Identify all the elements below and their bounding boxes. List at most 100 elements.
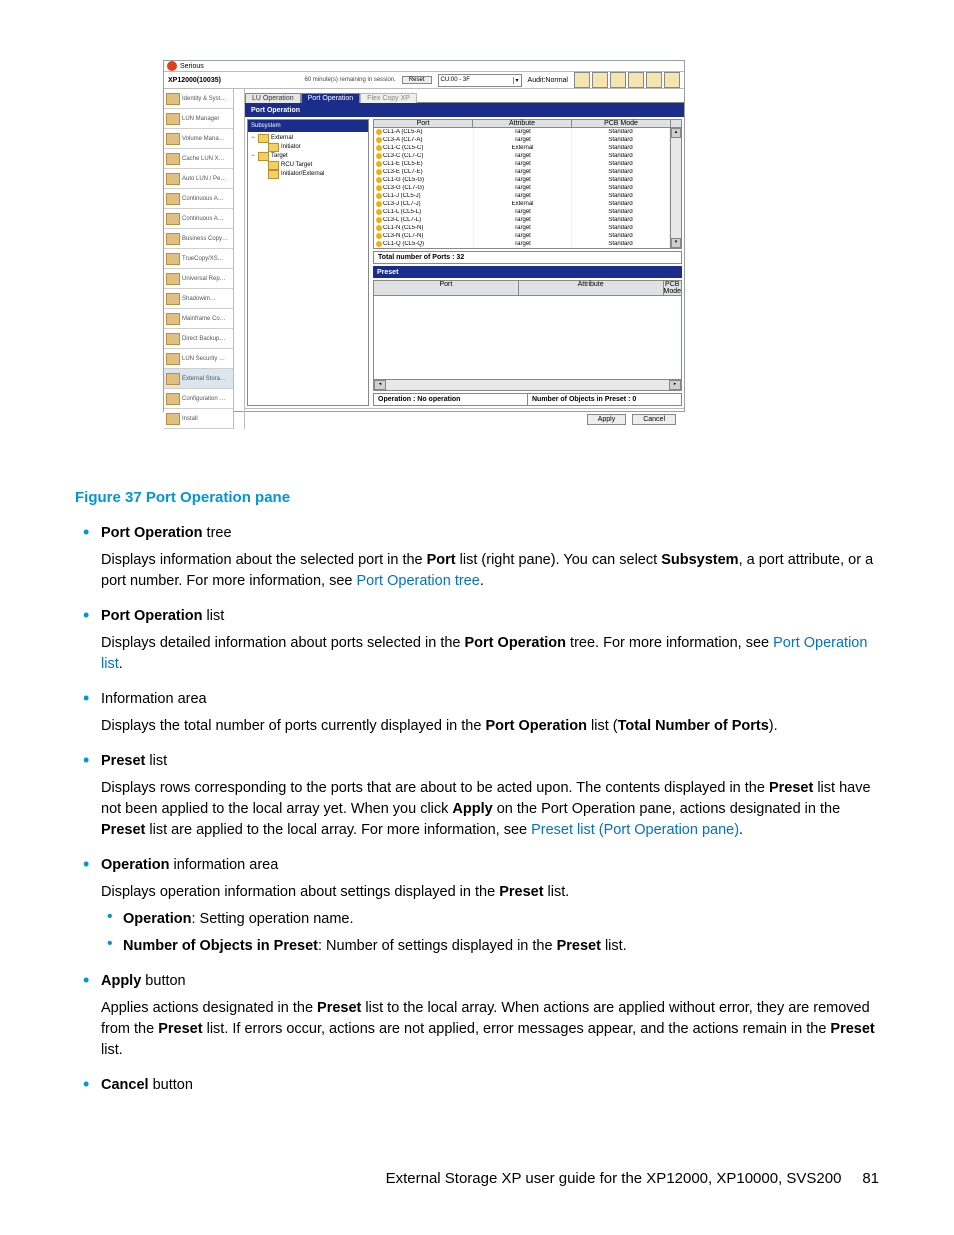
table-row[interactable]: CL3-C (CL7-C)TargetStandard <box>374 152 670 160</box>
folder-icon <box>166 93 180 105</box>
sidebar-item[interactable]: Volume Mana… <box>164 129 233 149</box>
tool-icon-1[interactable] <box>574 72 590 88</box>
bullet-item: Port Operation listDisplays detailed inf… <box>75 606 879 675</box>
preset-header: Preset <box>373 266 682 278</box>
table-row[interactable]: CL3-A (CL7-A)TargetStandard <box>374 136 670 144</box>
col-attribute[interactable]: Attribute <box>473 120 572 127</box>
preset-col-attribute[interactable]: Attribute <box>519 281 664 295</box>
port-status-icon <box>376 225 382 231</box>
sidebar-item[interactable]: LUN Manager <box>164 109 233 129</box>
table-row[interactable]: CL1-Q (CL5-Q)TargetStandard <box>374 240 670 248</box>
table-row[interactable]: CL1-J (CL5-J)TargetStandard <box>374 192 670 200</box>
sidebar-item[interactable]: Continuous A… <box>164 209 233 229</box>
bullet-item: Apply buttonApplies actions designated i… <box>75 971 879 1061</box>
tool-icon-3[interactable] <box>610 72 626 88</box>
preset-col-pcbmode[interactable]: PCB Mode <box>664 281 682 295</box>
port-status-icon <box>376 201 382 207</box>
port-status-icon <box>376 241 382 247</box>
tab-flex-copy[interactable]: Flex Copy XP <box>360 93 417 103</box>
sidebar-scrollbar[interactable] <box>233 89 244 429</box>
sidebar-item[interactable]: Mainframe Co… <box>164 309 233 329</box>
sidebar-item[interactable]: Direct Backup… <box>164 329 233 349</box>
sidebar-item[interactable]: External Stora… <box>164 369 233 389</box>
cu-dropdown[interactable]: CU:00 - 3F ▾ <box>438 74 522 87</box>
toolbar-icons <box>574 72 680 88</box>
table-row[interactable]: CL1-G (CL5-G)TargetStandard <box>374 176 670 184</box>
tree-item[interactable]: −External <box>250 134 366 143</box>
titlebar: Serious <box>164 61 684 72</box>
grid-scrollbar[interactable]: ▴▾ <box>670 128 681 248</box>
folder-icon <box>166 413 180 425</box>
table-row[interactable]: CL1-A (CL5-A)TargetStandard <box>374 128 670 136</box>
col-port[interactable]: Port <box>374 120 473 127</box>
tab-lu-operation[interactable]: LU Operation <box>245 93 301 103</box>
doc-link[interactable]: Port Operation tree <box>356 573 479 589</box>
sidebar-item[interactable]: Identity & Syst… <box>164 89 233 109</box>
bullet-item: Information areaDisplays the total numbe… <box>75 689 879 737</box>
chevron-down-icon: ▾ <box>513 77 519 84</box>
app-icon <box>167 61 177 71</box>
total-ports-info: Total number of Ports : 32 <box>373 251 682 264</box>
table-row[interactable]: CL3-L (CL7-L)TargetStandard <box>374 216 670 224</box>
port-grid: Port Attribute PCB Mode CL1-A (CL5-A)Tar… <box>373 119 682 249</box>
folder-icon <box>166 213 180 225</box>
table-row[interactable]: CL1-L (CL5-L)TargetStandard <box>374 208 670 216</box>
apply-button[interactable]: Apply <box>587 414 627 425</box>
tab-port-operation[interactable]: Port Operation <box>301 93 361 103</box>
table-row[interactable]: CL3-G (CL7-G)TargetStandard <box>374 184 670 192</box>
tree-pane: Subsystem −ExternalInitiator−TargetRCU T… <box>247 119 369 406</box>
document-body: Figure 37 Port Operation pane Port Opera… <box>75 487 879 1096</box>
operation-info-bar: Operation : No operation Number of Objec… <box>373 393 682 406</box>
col-pcbmode[interactable]: PCB Mode <box>572 120 671 127</box>
subsystem-id: XP12000(10035) <box>168 77 221 84</box>
folder-icon <box>166 293 180 305</box>
sidebar-item[interactable]: Auto LUN / Pe… <box>164 169 233 189</box>
app-window: Serious XP12000(10035) 60 minute(s) rema… <box>163 60 685 412</box>
tool-icon-5[interactable] <box>646 72 662 88</box>
sidebar-item[interactable]: LUN Security … <box>164 349 233 369</box>
sidebar-item[interactable]: Universal Rep… <box>164 269 233 289</box>
preset-col-port[interactable]: Port <box>374 281 519 295</box>
reset-button[interactable]: Reset <box>402 76 432 84</box>
tree-item[interactable]: Initiator <box>250 143 366 152</box>
action-footer: Apply Cancel <box>245 408 684 429</box>
folder-icon <box>268 170 279 179</box>
sidebar-item[interactable]: TrueCopy/XS… <box>164 249 233 269</box>
folder-icon <box>166 253 180 265</box>
sidebar-item[interactable]: Configuration … <box>164 389 233 409</box>
tab-bar: LU Operation Port Operation Flex Copy XP <box>245 89 684 103</box>
port-status-icon <box>376 177 382 183</box>
folder-icon <box>166 373 180 385</box>
preset-h-scrollbar[interactable]: ◂▸ <box>374 379 681 390</box>
operation-label: Operation : No operation <box>374 394 528 405</box>
port-status-icon <box>376 169 382 175</box>
tool-icon-2[interactable] <box>592 72 608 88</box>
folder-icon <box>166 273 180 285</box>
doc-link[interactable]: Preset list (Port Operation pane) <box>531 822 739 838</box>
table-row[interactable]: CL1-C (CL5-C)ExternalStandard <box>374 144 670 152</box>
cancel-button[interactable]: Cancel <box>632 414 676 425</box>
tree-item[interactable]: RCU Target <box>250 161 366 170</box>
sidebar-item[interactable]: Business Copy… <box>164 229 233 249</box>
port-status-icon <box>376 233 382 239</box>
table-row[interactable]: CL1-E (CL5-E)TargetStandard <box>374 160 670 168</box>
tool-icon-4[interactable] <box>628 72 644 88</box>
folder-icon <box>166 233 180 245</box>
tree-item[interactable]: −Target <box>250 152 366 161</box>
sidebar-item[interactable]: Continuous A… <box>164 189 233 209</box>
folder-icon <box>258 134 269 143</box>
table-row[interactable]: CL3-E (CL7-E)TargetStandard <box>374 168 670 176</box>
sidebar-item[interactable]: Shadowim… <box>164 289 233 309</box>
folder-icon <box>166 193 180 205</box>
port-status-icon <box>376 137 382 143</box>
sidebar-item[interactable]: Install <box>164 409 233 429</box>
table-row[interactable]: CL1-N (CL5-N)TargetStandard <box>374 224 670 232</box>
tool-icon-6[interactable] <box>664 72 680 88</box>
table-row[interactable]: CL3-J (CL7-J)ExternalStandard <box>374 200 670 208</box>
sidebar: Identity & Syst…LUN ManagerVolume Mana…C… <box>164 89 245 429</box>
folder-icon <box>166 133 180 145</box>
folder-icon <box>268 161 279 170</box>
table-row[interactable]: CL3-N (CL7-N)TargetStandard <box>374 232 670 240</box>
tree-item[interactable]: Initiator/External <box>250 170 366 179</box>
sidebar-item[interactable]: Cache LUN X… <box>164 149 233 169</box>
